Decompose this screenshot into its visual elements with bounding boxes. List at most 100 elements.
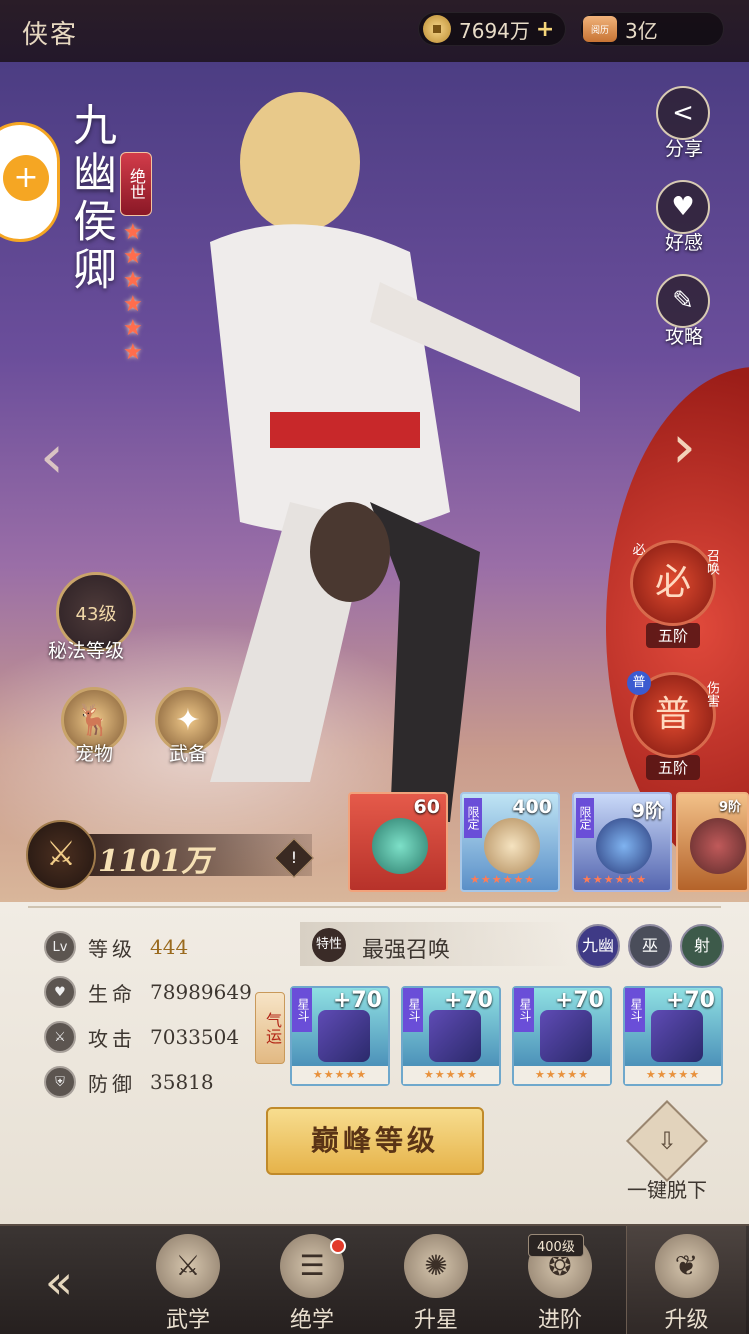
tab-advance[interactable]: ❂ 400级 进阶 <box>500 1226 620 1334</box>
tab-label: 绝学 <box>289 1308 334 1333</box>
pet-label: 宠物 <box>74 743 113 765</box>
tab-star-up[interactable]: ✺ 升星 <box>376 1226 496 1334</box>
tab-level-up[interactable]: ❦ 升级 <box>626 1226 746 1334</box>
treasure-card[interactable]: 60 <box>348 792 448 892</box>
page-title: 侠客 <box>22 20 79 50</box>
coin-counter[interactable]: 7694万 + <box>418 12 566 46</box>
stat-label: 生命 <box>88 981 136 1006</box>
equipment-slot[interactable]: 星斗 +70 ★★★★★ <box>623 986 723 1086</box>
stat-attack: ⚔ 攻击 7033504 <box>44 1020 239 1054</box>
treasure-card[interactable]: 限定 400 ★★★★★★ <box>460 792 560 892</box>
guide-label: 攻略 <box>664 326 703 348</box>
equipment-slot[interactable]: 星斗 +70 ★★★★★ <box>290 986 390 1086</box>
affection-button[interactable]: ♥ 好感 <box>656 180 712 255</box>
coin-value: 7694万 <box>459 18 530 43</box>
treasure-value: 400 <box>512 796 552 818</box>
skill-tag: 普 <box>627 671 651 695</box>
hero-scene: 九幽侯卿 绝世 ★ ★ ★ ★ ★ ★ + < 分享 ♥ 好感 ✎ 攻略 ‹ ›… <box>0 62 749 902</box>
star-up-icon: ✺ <box>404 1234 468 1298</box>
star-icon: ★ <box>123 268 143 293</box>
bottom-nav: « ⚔ 武学 ☰ 绝学 ✺ 升星 ❂ 400级 进阶 ❦ 升级 <box>0 1224 749 1334</box>
back-arrow-icon[interactable]: « <box>14 1252 104 1312</box>
skill-summon[interactable]: 必 必 召唤 五阶 <box>630 540 719 648</box>
equip-tag: 星斗 <box>625 988 645 1032</box>
treasure-stars: ★★★★★★ <box>582 873 648 886</box>
stat-level: Lv 等级 444 <box>44 930 188 964</box>
skill-type: 召唤 <box>704 549 719 575</box>
peak-level-button[interactable]: 巅峰等级 <box>266 1107 484 1175</box>
weapon-label: 武备 <box>168 743 207 765</box>
assistant-float-button[interactable]: + <box>0 122 60 242</box>
affection-label: 好感 <box>664 232 703 254</box>
treasure-value: 9阶 <box>718 800 741 815</box>
guide-button[interactable]: ✎ 攻略 <box>656 274 712 349</box>
skill-tag: 必 <box>632 543 646 558</box>
shield-icon: ⛨ <box>44 1066 76 1098</box>
treasure-card[interactable]: 限定 9阶 ★★★★★★ <box>572 792 672 892</box>
equip-tag: 星斗 <box>292 988 312 1032</box>
equip-stars: ★★★★★ <box>625 1066 721 1084</box>
pet-button[interactable]: 🦌 宠物 <box>58 687 130 766</box>
stat-label: 攻击 <box>88 1026 136 1051</box>
martial-arts-icon: ⚔ <box>156 1234 220 1298</box>
gauntlet-icon <box>540 1010 592 1062</box>
teapot-icon <box>484 818 540 874</box>
figure-icon <box>690 818 746 874</box>
skill-glyph: 普 <box>654 694 691 735</box>
tab-label: 进阶 <box>537 1308 582 1333</box>
share-button[interactable]: < 分享 <box>656 86 712 161</box>
level-icon: Lv <box>44 931 76 963</box>
info-icon: ! <box>290 848 298 867</box>
top-bar: 侠客 7694万 + 阅历 3亿 <box>0 0 749 62</box>
treasure-card[interactable]: 9阶 <box>676 792 749 892</box>
unequip-all-button[interactable]: ⇩ 一键脱下 <box>622 1099 712 1203</box>
sword-icon: ⚔ <box>44 1021 76 1053</box>
star-icon: ★ <box>123 244 143 269</box>
stat-label: 防御 <box>88 1071 136 1096</box>
tab-martial-arts[interactable]: ⚔ 武学 <box>128 1226 248 1334</box>
fate-tag[interactable]: 气运 <box>255 992 285 1064</box>
stat-value: 7033504 <box>150 1025 240 1049</box>
equipment-slot[interactable]: 星斗 +70 ★★★★★ <box>401 986 501 1086</box>
guide-icon: ✎ <box>656 274 710 328</box>
set-jiuyou-icon[interactable]: 九幽 <box>576 924 620 968</box>
skill-tier: 五阶 <box>645 623 700 648</box>
heart-icon: ♥ <box>656 180 710 234</box>
rarity-badge: 绝世 <box>120 152 152 216</box>
treasure-value: 9阶 <box>631 800 664 822</box>
skill-type: 伤害 <box>704 681 719 707</box>
next-hero-arrow-icon[interactable]: › <box>672 412 696 482</box>
prev-hero-arrow-icon[interactable]: ‹ <box>40 422 64 492</box>
tab-ultimate-skill[interactable]: ☰ 绝学 <box>252 1226 372 1334</box>
tab-label: 升星 <box>413 1308 458 1333</box>
plus-icon: + <box>3 155 49 201</box>
level-badge: 400级 <box>528 1234 584 1257</box>
tab-label: 升级 <box>664 1308 709 1333</box>
hero-stars: ★ ★ ★ ★ ★ ★ <box>123 222 143 364</box>
coin-icon <box>423 15 451 43</box>
summon-title[interactable]: 最强召唤 <box>362 932 450 964</box>
skill-damage[interactable]: 普 普 伤害 五阶 <box>627 671 719 780</box>
hero-name: 九幽侯卿 <box>65 102 116 294</box>
jade-counter[interactable]: 阅历 3亿 <box>580 12 724 46</box>
secret-art-level: 43级 <box>75 604 117 625</box>
star-icon: ★ <box>123 220 143 245</box>
equipment-slot[interactable]: 星斗 +70 ★★★★★ <box>512 986 612 1086</box>
tab-label: 武学 <box>165 1308 210 1333</box>
treasure-stars: ★★★★★★ <box>470 873 536 886</box>
staff-icon <box>318 1010 370 1062</box>
jade-value: 3亿 <box>625 18 658 43</box>
stat-value: 78989649 <box>150 980 252 1004</box>
wings-icon: ❦ <box>654 1234 719 1298</box>
equip-stars: ★★★★★ <box>403 1066 499 1084</box>
skill-summon-icon: 必 必 召唤 <box>630 540 719 626</box>
weapon-button[interactable]: ✦ 武备 <box>152 687 224 766</box>
set-wu-icon[interactable]: 巫 <box>628 924 672 968</box>
add-coin-button[interactable]: + <box>536 17 554 42</box>
combat-power: ⚔ 1101万 ! <box>26 820 314 890</box>
set-she-icon[interactable]: 射 <box>680 924 724 968</box>
star-icon: ★ <box>123 340 143 365</box>
star-icon: ★ <box>123 292 143 317</box>
power-value: 1101万 <box>98 844 212 879</box>
experience-icon: 阅历 <box>583 16 617 42</box>
